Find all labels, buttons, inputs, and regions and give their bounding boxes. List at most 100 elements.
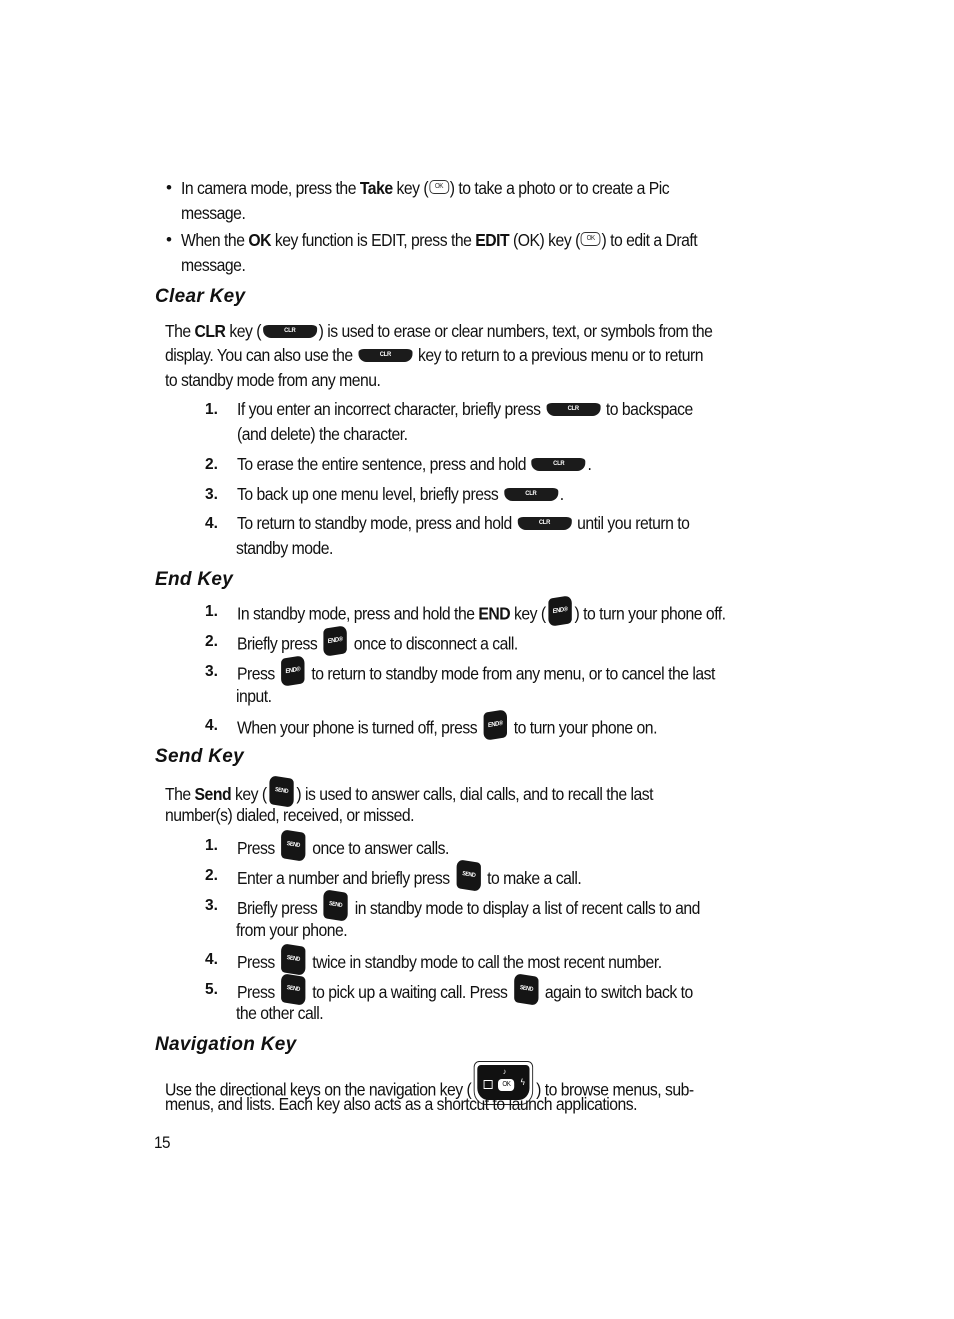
step-number: 3. <box>205 897 218 914</box>
text: Press <box>237 982 279 1003</box>
text: to turn your phone on. <box>509 717 658 738</box>
step-number: 4. <box>205 717 218 734</box>
step-number: 1. <box>205 603 218 620</box>
text: once to answer calls. <box>308 838 449 859</box>
clear-intro-line3: to standby mode from any menu. <box>165 370 381 390</box>
send-key-icon <box>281 973 306 1006</box>
bullet-edit-key-line1: When the OK key function is EDIT, press … <box>181 230 698 251</box>
text: . <box>559 484 564 504</box>
text: ) to turn your phone off. <box>574 603 726 624</box>
text: ) to edit a Draft <box>601 230 698 250</box>
send-key-icon <box>513 973 539 1006</box>
text: (OK) key ( <box>509 230 580 250</box>
send-step-5-cont: the other call. <box>236 1003 324 1023</box>
send-step-4: Press twice in standby mode to call the … <box>237 943 662 978</box>
bell-icon: ♪ <box>502 1067 507 1076</box>
end-step-1: In standby mode, press and hold the END … <box>237 595 726 629</box>
text: To erase the entire sentence, press and … <box>237 454 530 474</box>
end-key-icon <box>548 595 572 627</box>
text: display. You can also use the <box>165 345 357 365</box>
text: to make a call. <box>483 868 582 889</box>
clr-key-icon <box>503 487 558 501</box>
text: to return to standby mode from any menu,… <box>307 663 715 684</box>
text: again to switch back to <box>540 982 693 1003</box>
send-intro-line2: number(s) dialed, received, or missed. <box>165 805 415 825</box>
clear-step-3: To back up one menu level, briefly press… <box>237 484 564 505</box>
text: Briefly press <box>237 633 322 654</box>
step-number: 3. <box>205 663 218 680</box>
step-number: 2. <box>205 456 218 473</box>
clr-key-icon <box>531 457 586 471</box>
clear-step-4: To return to standby mode, press and hol… <box>237 513 690 534</box>
text: key ( <box>392 178 429 198</box>
clear-step-1-cont: (and delete) the character. <box>237 424 408 444</box>
page-number: 15 <box>154 1133 171 1152</box>
heading-end-key: End Key <box>155 569 234 590</box>
ok-center-key: OK <box>498 1079 515 1091</box>
text: key ( <box>231 784 267 805</box>
bullet-take-key-line1: In camera mode, press the Take key ( ) to… <box>181 178 670 199</box>
send-key-icon <box>323 889 349 922</box>
text: If you enter an incorrect character, bri… <box>237 399 545 419</box>
end-key-icon <box>281 655 305 687</box>
send-key-icon <box>281 829 306 862</box>
text: to pick up a waiting call. Press <box>308 982 512 1003</box>
text: ) to take a photo or to create a Pic <box>449 178 670 198</box>
lightning-icon: ϟ <box>520 1077 525 1087</box>
bold-take: Take <box>359 178 393 198</box>
send-step-1: Press once to answer calls. <box>237 829 449 864</box>
text: Press <box>237 838 279 859</box>
text: To back up one menu level, briefly press <box>237 484 503 504</box>
bold-clr: CLR <box>194 321 226 341</box>
clear-step-4-cont: standby mode. <box>236 538 333 558</box>
text: twice in standby mode to call the most r… <box>308 952 662 973</box>
text: in standby mode to display a list of rec… <box>350 898 701 919</box>
bullet-dot: • <box>166 178 172 197</box>
step-number: 4. <box>205 951 218 968</box>
end-step-2: Briefly press once to disconnect a call. <box>237 625 519 659</box>
bold-ok: OK <box>248 230 271 250</box>
end-step-4: When your phone is turned off, press to … <box>237 709 658 743</box>
end-step-3-cont: input. <box>236 686 272 706</box>
clear-step-2: To erase the entire sentence, press and … <box>237 454 592 475</box>
text: The <box>165 784 195 805</box>
text: To return to standby mode, press and hol… <box>237 513 516 533</box>
text: until you return to <box>573 513 690 533</box>
text: ) is used to answer calls, dial calls, a… <box>296 784 654 805</box>
heading-clear-key: Clear Key <box>155 286 246 307</box>
send-step-3-cont: from your phone. <box>236 920 348 940</box>
ok-key-icon <box>580 232 601 247</box>
text: key ( <box>510 603 546 624</box>
text: once to disconnect a call. <box>349 633 519 654</box>
text: In camera mode, press the <box>181 178 360 198</box>
text: Press <box>237 663 279 684</box>
step-number: 4. <box>205 515 218 532</box>
text: key to return to a previous menu or to r… <box>414 345 704 365</box>
bold-end: END <box>478 603 511 624</box>
bold-send: Send <box>194 784 232 805</box>
step-number: 3. <box>205 486 218 503</box>
end-key-icon <box>323 625 348 657</box>
bullet-take-key-line2: message. <box>181 203 246 223</box>
manual-page: • In camera mode, press the Take key ( ) … <box>0 0 954 1319</box>
clr-key-icon <box>546 402 601 416</box>
text: The <box>165 321 195 341</box>
send-step-2: Enter a number and briefly press to make… <box>237 859 582 894</box>
text: When the <box>181 230 249 250</box>
heading-send-key: Send Key <box>155 746 244 767</box>
text: . <box>587 454 592 474</box>
bullet-dot: • <box>166 230 172 249</box>
clear-step-1: If you enter an incorrect character, bri… <box>237 399 693 420</box>
end-step-3: Press to return to standby mode from any… <box>237 655 715 689</box>
text: key function is EDIT, press the <box>270 230 476 250</box>
step-number: 2. <box>205 867 218 884</box>
send-key-icon <box>456 859 481 892</box>
step-number: 5. <box>205 981 218 998</box>
text: to backspace <box>602 399 693 419</box>
navigation-intro-line2: menus, and lists. Each key also acts as … <box>165 1094 638 1114</box>
clr-key-icon <box>358 348 413 362</box>
text: Enter a number and briefly press <box>237 868 454 889</box>
camera-icon <box>483 1080 493 1089</box>
clear-intro-line1: The CLR key () is used to erase or clear… <box>165 321 713 342</box>
send-key-icon <box>281 943 306 976</box>
